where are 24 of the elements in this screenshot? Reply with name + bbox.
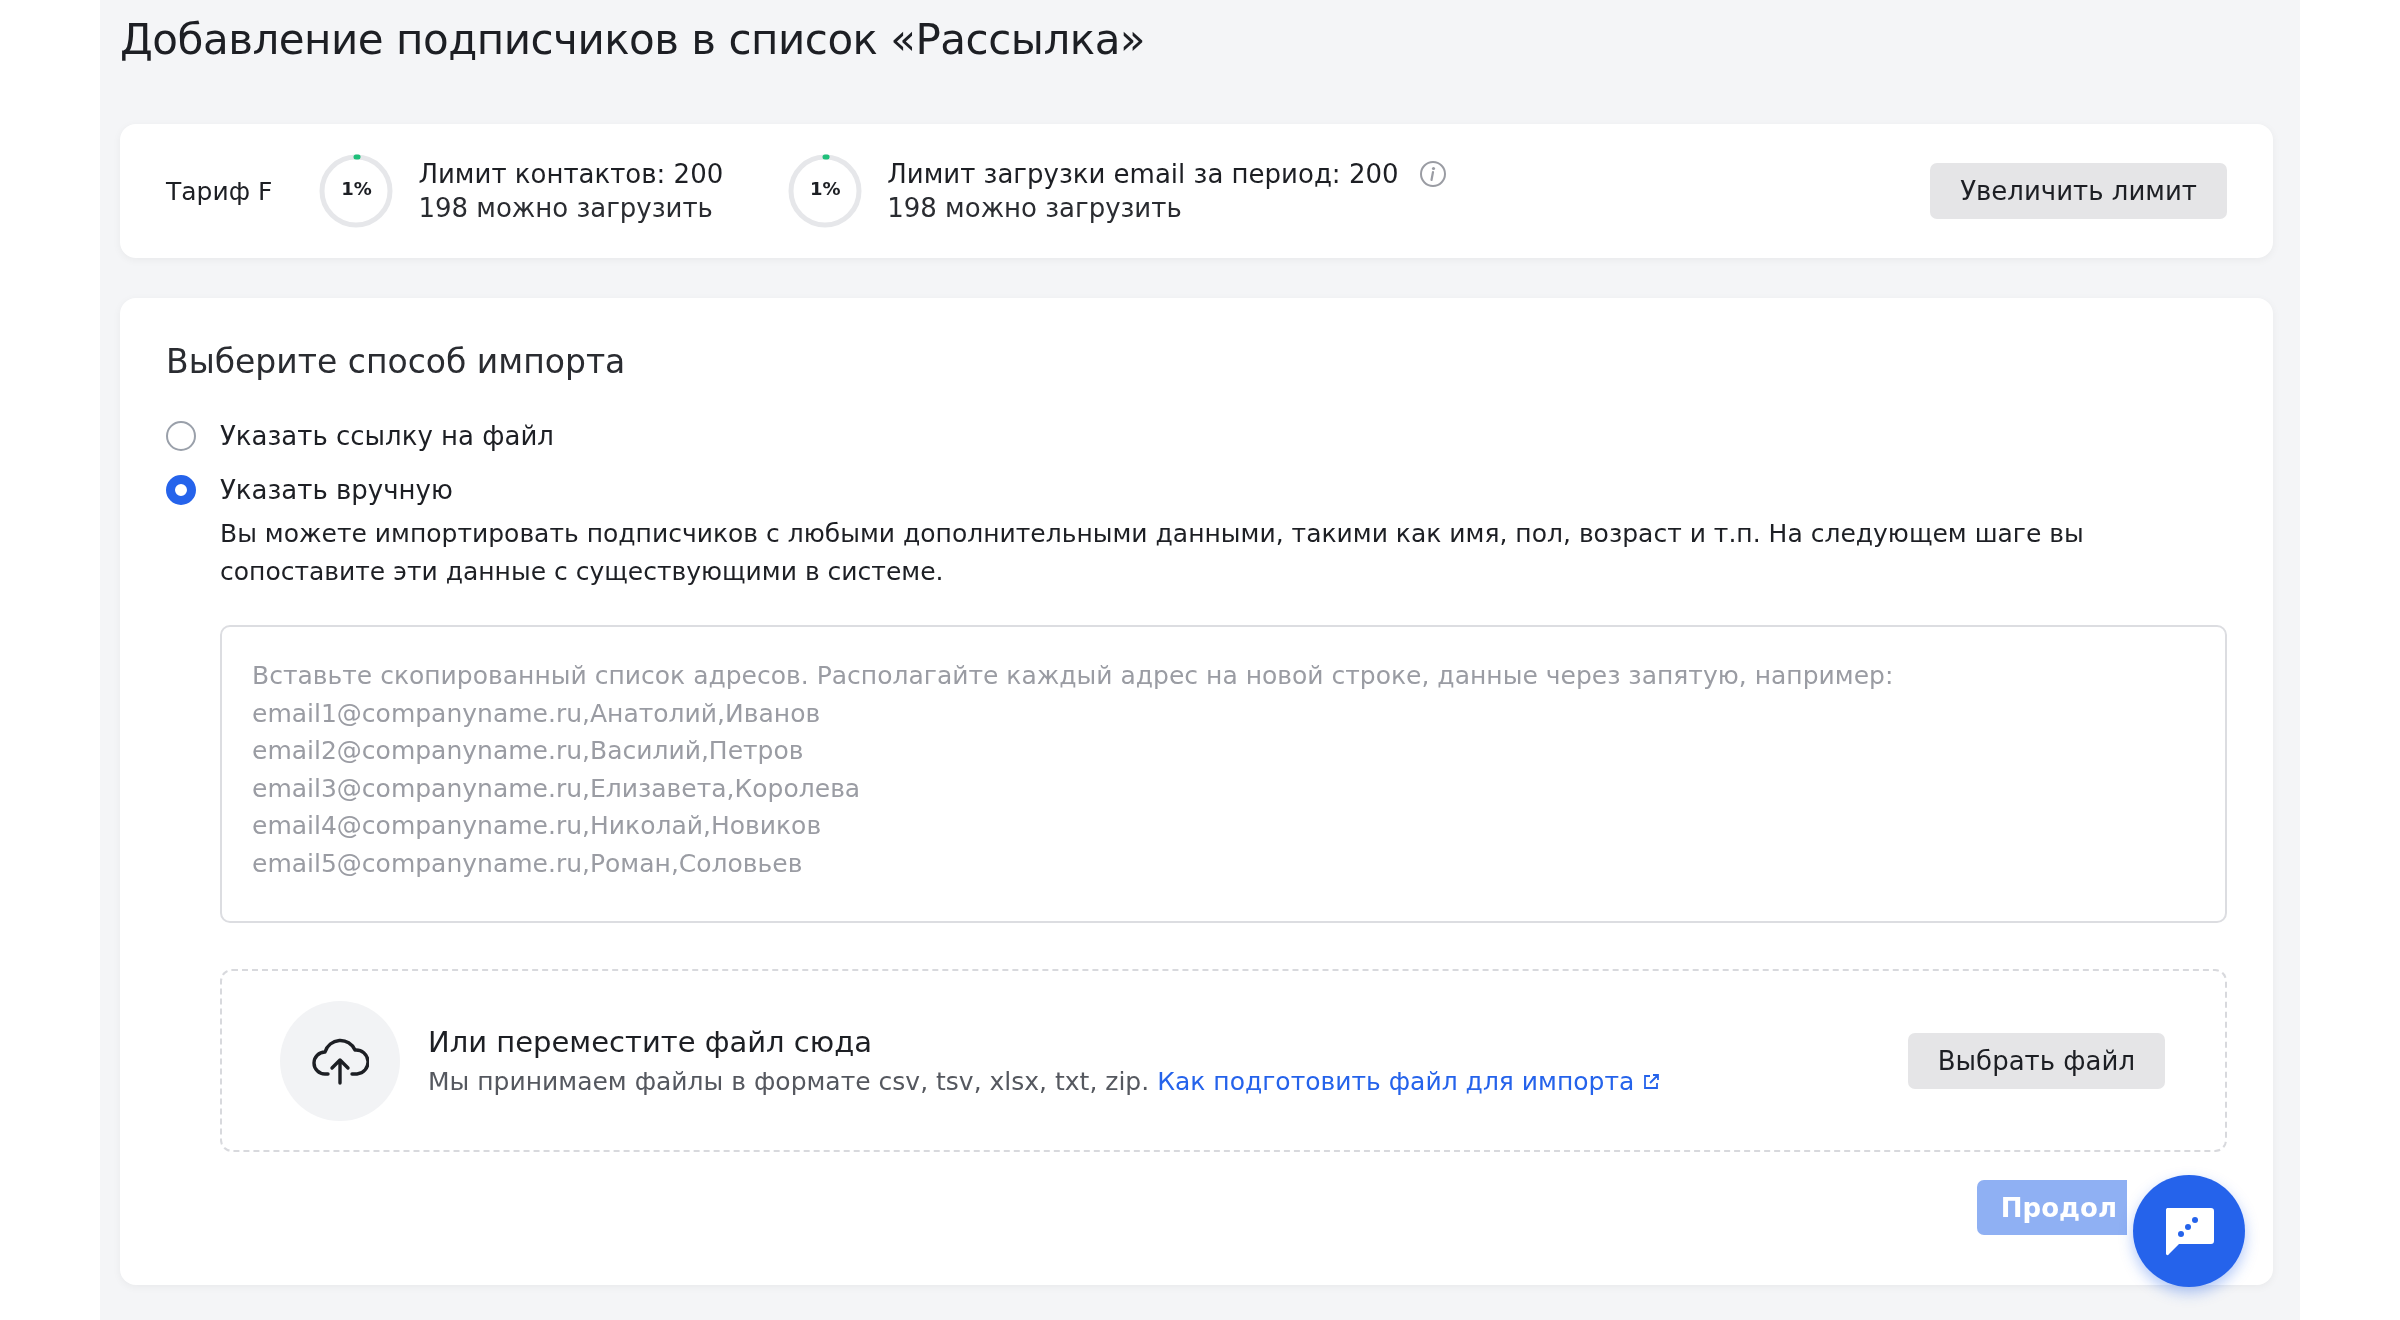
external-link-icon xyxy=(1642,1072,1661,1091)
import-guide-link[interactable]: Как подготовить файл для импорта xyxy=(1157,1067,1661,1096)
increase-limit-button[interactable]: Увеличить лимит xyxy=(1930,163,2227,219)
limit-label: Лимит загрузки email за период: 200 xyxy=(887,159,1399,189)
plan-name: Тариф F xyxy=(166,176,273,206)
radio-button[interactable] xyxy=(166,421,196,451)
radio-label[interactable]: Указать ссылку на файл xyxy=(220,421,554,451)
percent-label: 1% xyxy=(808,178,842,199)
radio-label[interactable]: Указать вручную xyxy=(220,475,453,505)
radio-button[interactable] xyxy=(166,475,196,505)
option-description: Вы можете импортировать подписчиков с любыми дополнительными данными, такими как имя, пол, возраст и т.п. На следующем шаге вы сопоставите эти данные с существующими в системе. xyxy=(220,518,2085,588)
remaining-label: 198 можно загрузить xyxy=(418,193,714,223)
chat-button[interactable] xyxy=(2133,1175,2245,1287)
formats-text: Мы принимаем файлы в формате csv, tsv, xlsx, txt, zip. xyxy=(428,1067,1150,1096)
remaining-label: 198 можно загрузить xyxy=(887,193,1183,223)
limit-label: Лимит контактов: 200 xyxy=(418,159,724,189)
page-title: Добавление подписчиков в список «Рассылка» xyxy=(120,14,1147,66)
address-list-field[interactable]: Вставьте скопированный список адресов. Располагайте каждый адрес на новой строке, данные через запятую, например: email1@companyname.ru,Анатолий,Иванов email2@companyname.ru,Василий,Петров email3@companyname.ru,Елизавета,Королева email4@companyname.ru,Николай,Новиков email5@companyname.ru,Роман,Соловьев xyxy=(220,625,2227,923)
section-heading: Выберите способ импорта xyxy=(166,342,627,381)
info-icon[interactable] xyxy=(1418,160,1447,188)
drop-title: Или переместите файл сюда xyxy=(428,1025,874,1059)
choose-file-button[interactable]: Выбрать файл xyxy=(1907,1032,2165,1089)
file-drop-zone[interactable]: Или переместите файл сюда Мы принимаем файлы в формате csv, tsv, xlsx, txt, zip. Как подготовить файл для импорта Выбрать файл xyxy=(220,969,2227,1152)
percent-label: 1% xyxy=(340,178,373,199)
